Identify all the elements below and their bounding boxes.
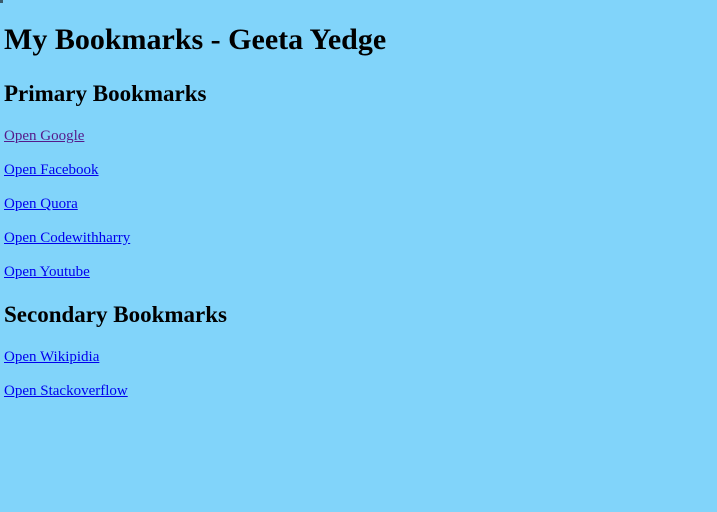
open-youtube-link[interactable]: Open Youtube: [4, 264, 90, 280]
secondary-link-item: Open Wikipidia: [4, 348, 99, 366]
secondary-bookmarks-heading: Secondary Bookmarks: [4, 302, 227, 327]
open-stackoverflow-link[interactable]: Open Stackoverflow: [4, 383, 128, 399]
corner-marker: [0, 0, 3, 3]
primary-link-item: Open Google: [4, 127, 84, 145]
primary-link-item: Open Codewithharry: [4, 229, 130, 247]
primary-link-item: Open Facebook: [4, 161, 99, 179]
page-body: { "page": { "title": "My Bookmarks - Gee…: [0, 0, 717, 512]
secondary-link-item: Open Stackoverflow: [4, 382, 128, 400]
page-title: My Bookmarks - Geeta Yedge: [4, 23, 387, 56]
primary-link-item: Open Youtube: [4, 263, 90, 281]
open-quora-link[interactable]: Open Quora: [4, 196, 78, 212]
primary-bookmarks-heading: Primary Bookmarks: [4, 81, 207, 106]
open-facebook-link[interactable]: Open Facebook: [4, 162, 99, 178]
open-google-link[interactable]: Open Google: [4, 128, 84, 144]
primary-link-item: Open Quora: [4, 195, 78, 213]
open-codewithharry-link[interactable]: Open Codewithharry: [4, 230, 130, 246]
open-wikipidia-link[interactable]: Open Wikipidia: [4, 349, 99, 365]
